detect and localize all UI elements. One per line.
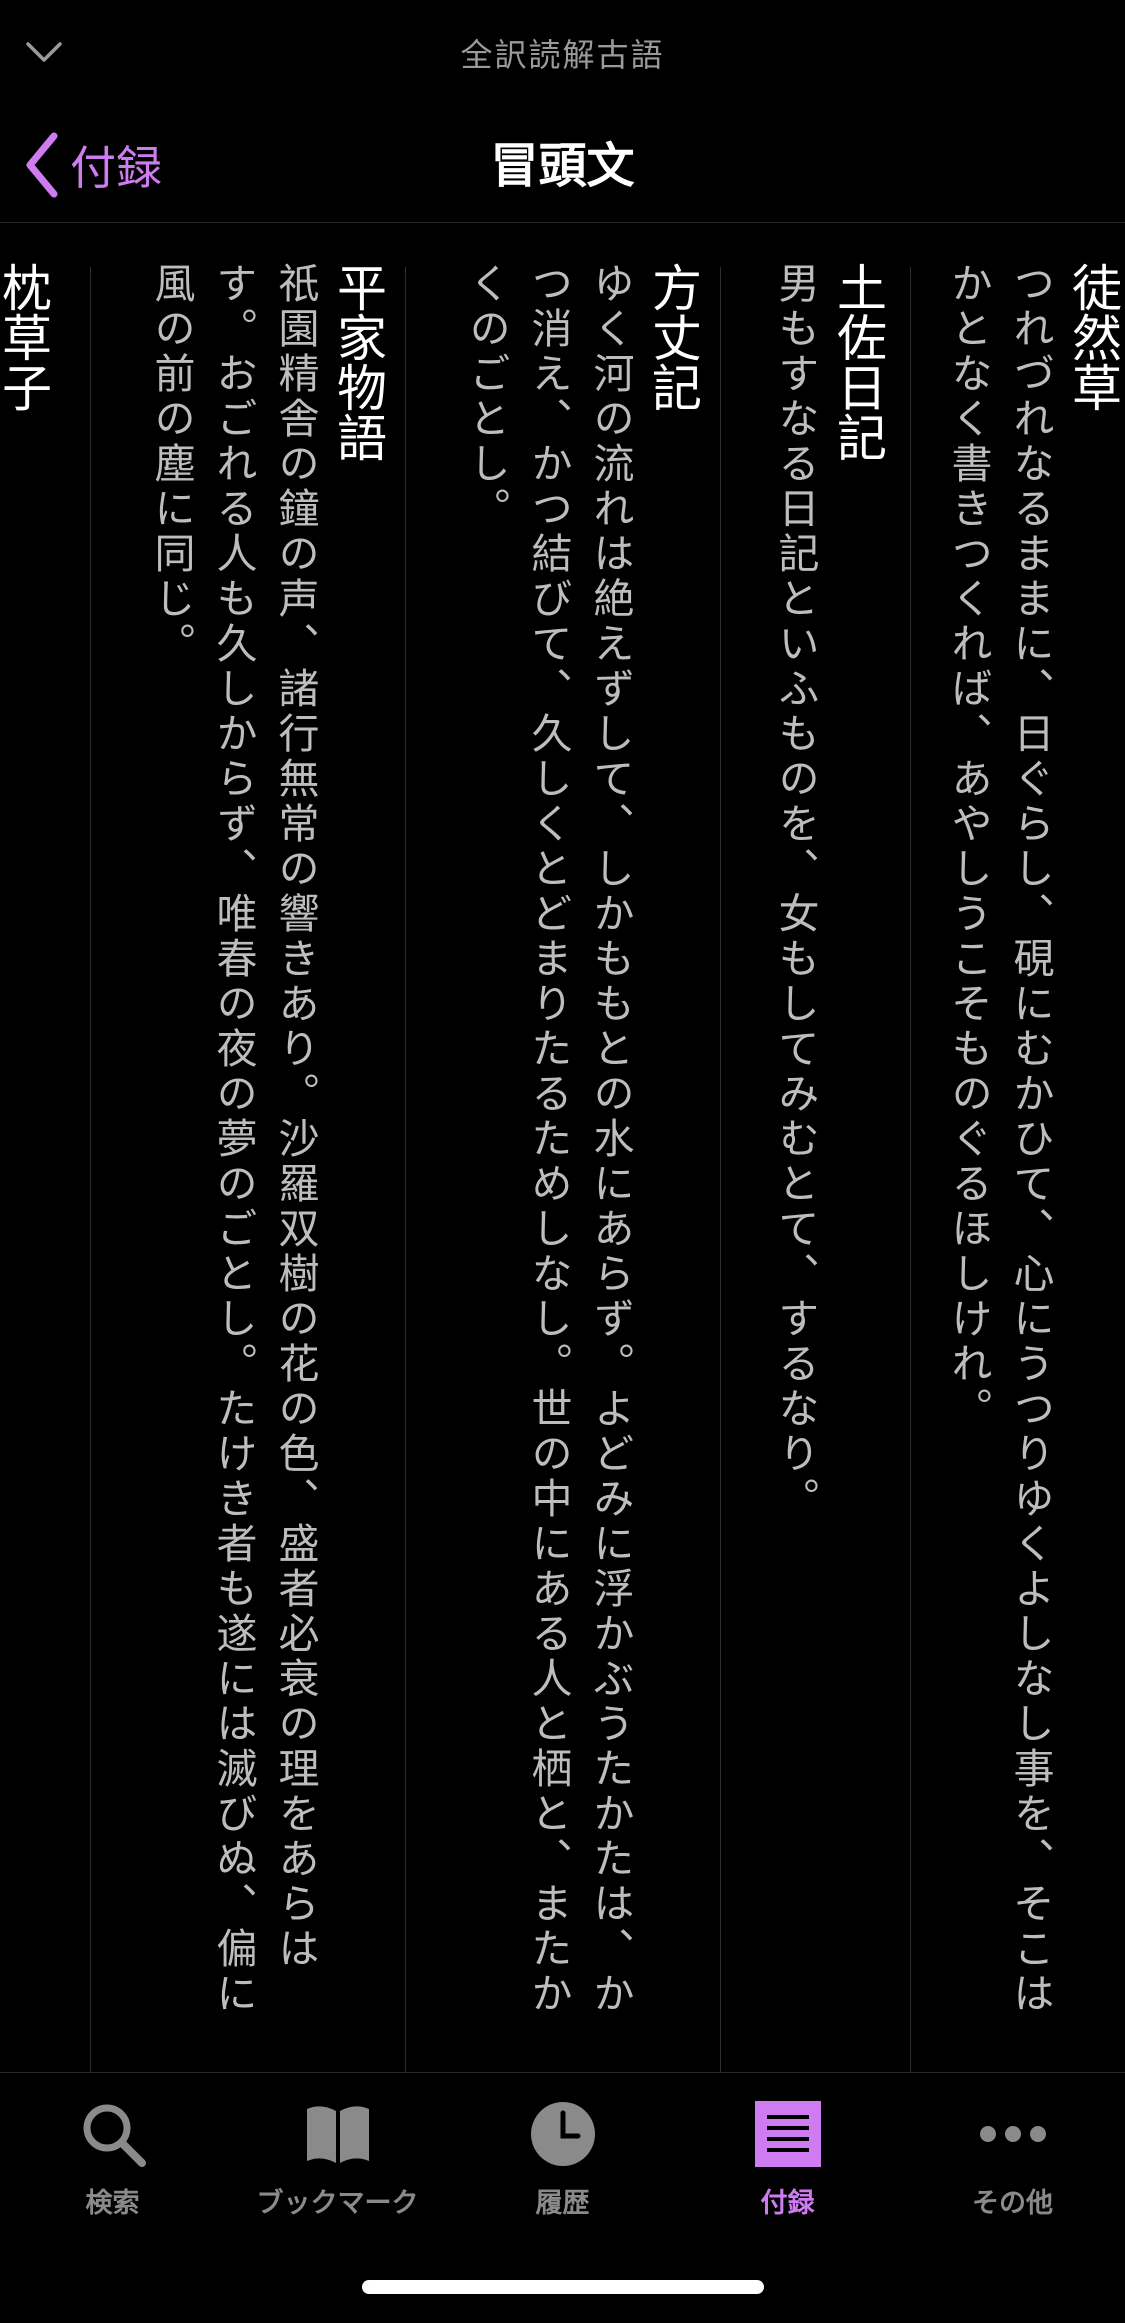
navigation-bar: 付録 冒頭文 — [0, 110, 1125, 223]
home-indicator — [362, 2280, 764, 2294]
back-button[interactable]: 付録 — [20, 120, 162, 210]
vertical-text-content[interactable]: 徒然草 つれづれなるままに、日ぐらし、硯にむかひて、心にうつりゆくよしなし事を、… — [0, 222, 1125, 2072]
section-title: 平家物語 — [329, 262, 387, 462]
section-body: 男もすなる日記といふものを、女もしてみむとて、するなり。 — [771, 262, 819, 1522]
app-title: 全訳読解古語 — [460, 36, 665, 74]
tab-label: その他 — [972, 2188, 1053, 2219]
section-body: つれづれなるままに、日ぐらし、硯にむかひて、心にうつりゆくよしなし事を、そこはか… — [944, 262, 1054, 2017]
section-title: 土佐日記 — [829, 262, 887, 462]
text-columns: 枕草子 — [0, 222, 55, 2072]
top-bar: 全訳読解古語 — [0, 0, 1125, 110]
chevron-left-icon — [26, 132, 58, 198]
column-divider — [90, 267, 91, 2072]
tab-label: 付録 — [760, 2188, 815, 2219]
text-columns: 方丈記 ゆく河の流れは絶えずして、しかももとの水にあらず。よどみに浮かぶうたかた… — [455, 222, 705, 2072]
text-columns: 平家物語 祇園精舎の鐘の声、諸行無常の響きあり。沙羅双樹の花の色、盛者必衰の理を… — [140, 222, 390, 2072]
bookmark-book-icon — [307, 2106, 369, 2163]
more-icon — [980, 2126, 1046, 2142]
tab-more[interactable]: その他 — [900, 2091, 1125, 2241]
tab-history[interactable]: 履歴 — [450, 2091, 675, 2241]
collapse-button[interactable] — [22, 30, 66, 74]
page-title: 冒頭文 — [490, 138, 635, 194]
section-tsurezuregusa: 徒然草 つれづれなるままに、日ぐらし、硯にむかひて、心にうつりゆくよしなし事を、… — [937, 222, 1125, 2072]
tab-bookmark[interactable]: ブックマーク — [225, 2091, 450, 2241]
tab-label: ブックマーク — [256, 2188, 419, 2219]
section-heike-monogatari: 平家物語 祇園精舎の鐘の声、諸行無常の響きあり。沙羅双樹の花の色、盛者必衰の理を… — [140, 222, 390, 2072]
history-clock-icon — [531, 2102, 595, 2166]
section-title: 徒然草 — [1064, 262, 1122, 412]
search-icon — [83, 2104, 146, 2167]
section-makura-no-soshi: 枕草子 — [0, 222, 55, 2072]
section-tosa-nikki: 土佐日記 男もすなる日記といふものを、女もしてみむとて、するなり。 — [764, 222, 890, 2072]
column-divider — [720, 267, 721, 2072]
back-label: 付録 — [70, 141, 162, 195]
section-body: ゆく河の流れは絶えずして、しかももとの水にあらず。よどみに浮かぶうたかたは、かつ… — [462, 262, 634, 2017]
appendix-list-icon — [755, 2101, 821, 2167]
column-divider — [910, 267, 911, 2072]
text-columns: 土佐日記 男もすなる日記といふものを、女もしてみむとて、するなり。 — [764, 222, 890, 2072]
tab-label: 検索 — [85, 2188, 140, 2219]
section-hojoki: 方丈記 ゆく河の流れは絶えずして、しかももとの水にあらず。よどみに浮かぶうたかた… — [455, 222, 705, 2072]
section-body: 祇園精舎の鐘の声、諸行無常の響きあり。沙羅双樹の花の色、盛者必衰の理をあらはす。… — [147, 262, 319, 2017]
tab-appendix[interactable]: 付録 — [675, 2091, 900, 2241]
tab-label: 履歴 — [535, 2188, 590, 2219]
section-title: 枕草子 — [0, 262, 52, 412]
column-divider — [405, 267, 406, 2072]
text-columns: 徒然草 つれづれなるままに、日ぐらし、硯にむかひて、心にうつりゆくよしなし事を、… — [917, 222, 1125, 2072]
chevron-down-icon — [26, 42, 62, 62]
tab-search[interactable]: 検索 — [0, 2091, 225, 2241]
section-title: 方丈記 — [644, 262, 702, 412]
